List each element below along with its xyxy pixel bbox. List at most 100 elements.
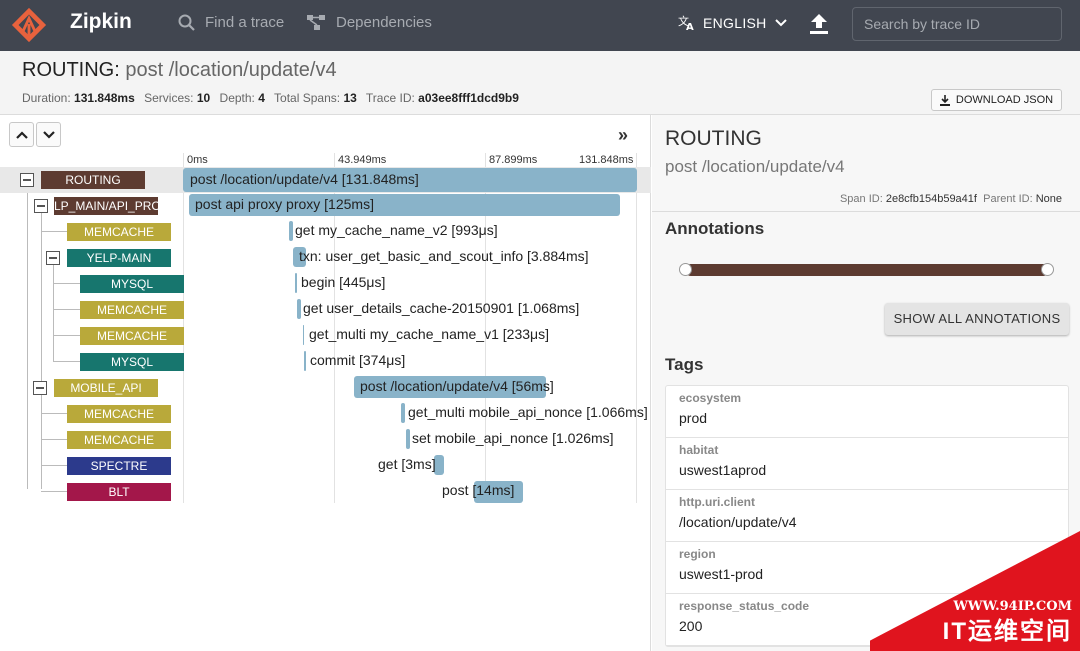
span-bar[interactable] [303, 325, 304, 345]
search-placeholder: Search by trace ID [864, 16, 980, 32]
span-bar[interactable] [406, 429, 410, 449]
service-badge: MYSQL [80, 353, 184, 371]
service-badge: MEMCACHE [67, 223, 171, 241]
span-label: begin [445μs] [301, 274, 386, 290]
span-label: txn: user_get_basic_and_scout_info [3.88… [299, 248, 589, 264]
parent-id-value: None [1035, 193, 1062, 205]
depth-value: 4 [258, 91, 265, 105]
detail-ids: Span ID: 2e8cfb154b59a41f Parent ID: Non… [840, 193, 1062, 205]
tag-key: ecosystem [679, 391, 742, 405]
dependencies-icon [307, 15, 325, 30]
brand-name[interactable]: Zipkin [70, 10, 132, 34]
span-label: commit [374μs] [310, 352, 406, 368]
span-label: post /location/update/v4 [131.848ms] [190, 171, 419, 187]
tag-item: ecosystem prod [666, 386, 1068, 438]
annotation-marker[interactable] [1041, 263, 1054, 276]
span-row[interactable]: MEMCACHE set mobile_api_nonce [1.026ms] [0, 427, 651, 453]
span-row[interactable]: MYSQL begin [445μs] [0, 271, 651, 297]
span-row[interactable]: MEMCACHE get_multi my_cache_name_v1 [233… [0, 323, 651, 349]
zipkin-logo-icon[interactable] [10, 6, 48, 44]
nav-find-trace[interactable]: Find a trace [178, 14, 284, 31]
language-selector[interactable]: 文A ENGLISH [678, 14, 787, 31]
duration-value: 131.848ms [74, 91, 135, 105]
span-row[interactable]: ROUTING post /location/update/v4 [131.84… [0, 167, 651, 193]
collapse-toggle[interactable] [46, 251, 60, 265]
span-label: get [3ms] [378, 456, 436, 472]
collapse-toggle[interactable] [34, 199, 48, 213]
span-row[interactable]: BLT post [14ms] [0, 479, 651, 505]
services-value: 10 [196, 91, 211, 105]
annotations-timeline [685, 264, 1049, 276]
service-badge: LP_MAIN/API_PRO [54, 197, 158, 215]
span-row[interactable]: MEMCACHE get my_cache_name_v2 [993μs] [0, 219, 651, 245]
span-bar[interactable] [401, 403, 405, 423]
service-badge: SPECTRE [67, 457, 171, 475]
annotation-marker[interactable] [679, 263, 692, 276]
span-label: get_multi my_cache_name_v1 [233μs] [309, 326, 549, 342]
spans-value: 13 [343, 91, 357, 105]
chevron-up-icon [15, 130, 28, 139]
download-json-label: DOWNLOAD JSON [955, 94, 1054, 106]
span-row[interactable]: SPECTRE get [3ms] [0, 453, 651, 479]
expand-detail-icon[interactable]: » [618, 125, 628, 146]
parent-id-label: Parent ID: [983, 193, 1033, 205]
tree-connector [41, 231, 67, 232]
span-row[interactable]: MEMCACHE get_multi mobile_api_nonce [1.0… [0, 401, 651, 427]
span-row[interactable]: MYSQL commit [374μs] [0, 349, 651, 375]
tag-item: habitat uswest1aprod [666, 438, 1068, 490]
service-badge: MEMCACHE [80, 301, 184, 319]
tags-heading: Tags [665, 355, 704, 374]
watermark: WWW.94IP.COM IT运维空间 [870, 531, 1080, 651]
tree-connector [41, 439, 67, 440]
trace-summary-header: ROUTING: post /location/update/v4 Durati… [0, 51, 1080, 115]
span-label: post api proxy proxy [125ms] [195, 196, 374, 212]
search-icon [178, 14, 195, 31]
expand-down-button[interactable] [36, 122, 61, 147]
span-bar[interactable] [297, 299, 301, 319]
tag-value: uswest1aprod [679, 462, 767, 478]
duration-label: Duration: [22, 91, 71, 105]
nav-dependencies[interactable]: Dependencies [306, 14, 432, 31]
tree-connector [53, 335, 80, 336]
service-badge: ROUTING [41, 171, 145, 189]
span-bar[interactable] [304, 351, 306, 371]
span-bar[interactable] [295, 273, 297, 293]
translate-icon: 文A [678, 14, 694, 31]
collapse-toggle[interactable] [33, 381, 47, 395]
span-row[interactable]: MEMCACHE get user_details_cache-20150901… [0, 297, 651, 323]
svg-text:A: A [686, 22, 694, 31]
services-label: Services: [144, 91, 194, 105]
upload-icon[interactable] [808, 12, 830, 36]
detail-service-name: ROUTING [665, 127, 762, 150]
show-all-annotations-button[interactable]: SHOW ALL ANNOTATIONS [885, 303, 1069, 335]
tag-value: /location/update/v4 [679, 514, 797, 530]
tree-connector [53, 361, 80, 362]
download-json-button[interactable]: DOWNLOAD JSON [931, 89, 1062, 111]
service-badge: MEMCACHE [67, 431, 171, 449]
service-badge: BLT [67, 483, 171, 501]
span-row[interactable]: YELP-MAIN txn: user_get_basic_and_scout_… [0, 245, 651, 271]
span-label: post [14ms] [442, 482, 515, 498]
span-row[interactable]: LP_MAIN/API_PRO post api proxy proxy [12… [0, 193, 651, 219]
collapse-up-button[interactable] [9, 122, 34, 147]
service-badge: MOBILE_API [54, 379, 158, 397]
top-nav-bar: Zipkin Find a trace Dependencies 文A ENGL… [0, 0, 1080, 51]
trace-id-search-input[interactable]: Search by trace ID [852, 7, 1062, 41]
span-bar[interactable] [289, 221, 293, 241]
trace-meta: Duration: 131.848ms Services: 10 Depth: … [22, 91, 525, 105]
span-row[interactable]: MOBILE_API post /location/update/v4 [56m… [0, 375, 651, 401]
timeline-tick: 0ms [187, 154, 208, 166]
nav-dependencies-label: Dependencies [336, 14, 432, 31]
span-label: get_multi mobile_api_nonce [1.066ms] [408, 404, 648, 420]
collapse-toggle[interactable] [20, 173, 34, 187]
span-id-value: 2e8cfb154b59a41f [885, 193, 977, 205]
annotations-heading: Annotations [665, 219, 765, 238]
trace-timeline-panel: » 0ms 43.949ms 87.899ms 131.848ms ROUTIN… [0, 115, 651, 651]
span-id-label: Span ID: [839, 193, 883, 205]
span-label: get user_details_cache-20150901 [1.068ms… [303, 300, 580, 316]
service-badge: MEMCACHE [67, 405, 171, 423]
timeline-tick: 131.848ms [579, 154, 634, 166]
tag-key: habitat [679, 443, 719, 457]
trace-root-name: post /location/update/v4 [119, 59, 337, 81]
tree-connector [41, 491, 67, 492]
